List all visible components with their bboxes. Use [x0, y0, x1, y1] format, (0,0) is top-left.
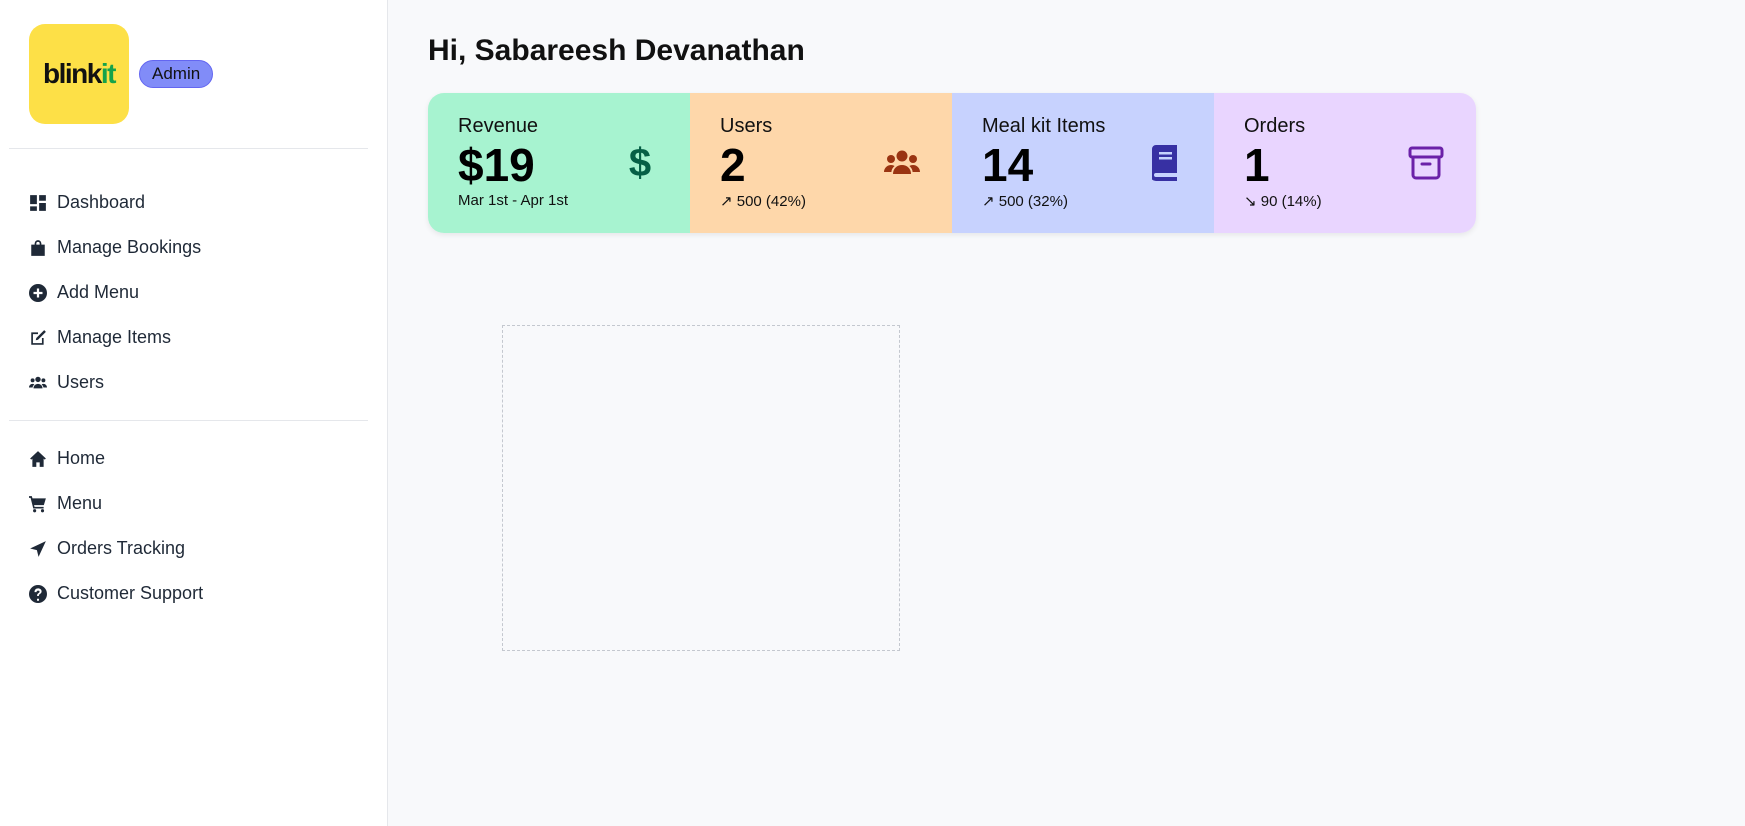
sidebar-item-label: Menu	[57, 493, 103, 513]
home-icon	[30, 450, 46, 467]
sidebar-divider	[9, 420, 368, 421]
sidebar-item-label: Manage Bookings	[57, 237, 202, 257]
dashboard-icon	[30, 194, 46, 211]
archive-icon	[1408, 146, 1444, 180]
shopping-bag-icon	[31, 239, 45, 256]
sidebar-item-label: Home	[57, 448, 106, 468]
plus-circle-icon	[29, 283, 47, 302]
sidebar-item-customer-support[interactable]: Customer Support	[29, 571, 203, 616]
stat-card-meal-kit-items: Meal kit Items 14 ↗ 500 (32%)	[952, 93, 1214, 233]
stat-card-users: Users 2 ↗ 500 (42%)	[690, 93, 952, 233]
blinkit-logo[interactable]: blink it	[29, 24, 129, 124]
sidebar-item-label: Users	[57, 372, 105, 392]
admin-nav: Dashboard Manage Bookings Add Menu Manag…	[29, 180, 201, 405]
sidebar: blink it Admin Dashboard Manage Bookings …	[0, 0, 388, 826]
stat-sub: ↗ 500 (32%)	[982, 193, 1068, 210]
stat-label: Orders	[1244, 115, 1306, 137]
sidebar-item-label: Customer Support	[57, 583, 204, 603]
sidebar-item-manage-bookings[interactable]: Manage Bookings	[29, 225, 201, 270]
sidebar-item-label: Orders Tracking	[57, 538, 186, 558]
edit-icon	[31, 329, 46, 345]
sidebar-item-add-menu[interactable]: Add Menu	[29, 270, 201, 315]
stat-card-orders: Orders 1 ↘ 90 (14%)	[1214, 93, 1476, 233]
users-icon	[29, 376, 47, 388]
stat-sub: ↘ 90 (14%)	[1244, 193, 1322, 210]
book-icon	[1152, 145, 1177, 182]
sidebar-item-manage-items[interactable]: Manage Items	[29, 315, 201, 360]
sidebar-item-orders-tracking[interactable]: Orders Tracking	[29, 526, 203, 571]
brand: blink it Admin	[29, 24, 214, 124]
logo-text-part1: blink	[43, 58, 102, 89]
page-title: Hi, Sabareesh Devanathan	[428, 34, 805, 67]
sidebar-item-dashboard[interactable]: Dashboard	[29, 180, 201, 225]
sidebar-item-users[interactable]: Users	[29, 360, 201, 405]
sidebar-item-label: Dashboard	[57, 192, 146, 212]
stat-sub: Mar 1st - Apr 1st	[458, 192, 569, 209]
stat-card-revenue: Revenue $19 Mar 1st - Apr 1st $	[428, 93, 690, 233]
sidebar-item-home[interactable]: Home	[29, 436, 203, 481]
stat-label: Meal kit Items	[982, 115, 1106, 137]
sidebar-item-menu[interactable]: Menu	[29, 481, 203, 526]
sidebar-divider	[9, 148, 368, 149]
logo-text-part2: it	[100, 58, 117, 89]
question-circle-icon	[29, 584, 47, 603]
site-nav: Home Menu Orders Tracking Customer Suppo…	[29, 436, 203, 616]
main-content: Hi, Sabareesh Devanathan Revenue $19 Mar…	[388, 0, 1745, 826]
svg-text:$: $	[629, 143, 651, 183]
sidebar-item-label: Manage Items	[57, 327, 172, 347]
stat-sub: ↗ 500 (42%)	[720, 193, 806, 210]
stat-label: Revenue	[458, 115, 539, 137]
sidebar-item-label: Add Menu	[57, 282, 140, 302]
dollar-icon: $	[629, 143, 651, 183]
stat-label: Users	[720, 115, 773, 137]
stats-panel: Revenue $19 Mar 1st - Apr 1st $ Users 2 …	[428, 93, 1476, 233]
cart-icon	[29, 495, 46, 512]
role-badge: Admin	[139, 60, 214, 88]
users-icon	[884, 150, 920, 174]
chart-placeholder	[502, 325, 900, 651]
location-arrow-icon	[30, 540, 46, 557]
